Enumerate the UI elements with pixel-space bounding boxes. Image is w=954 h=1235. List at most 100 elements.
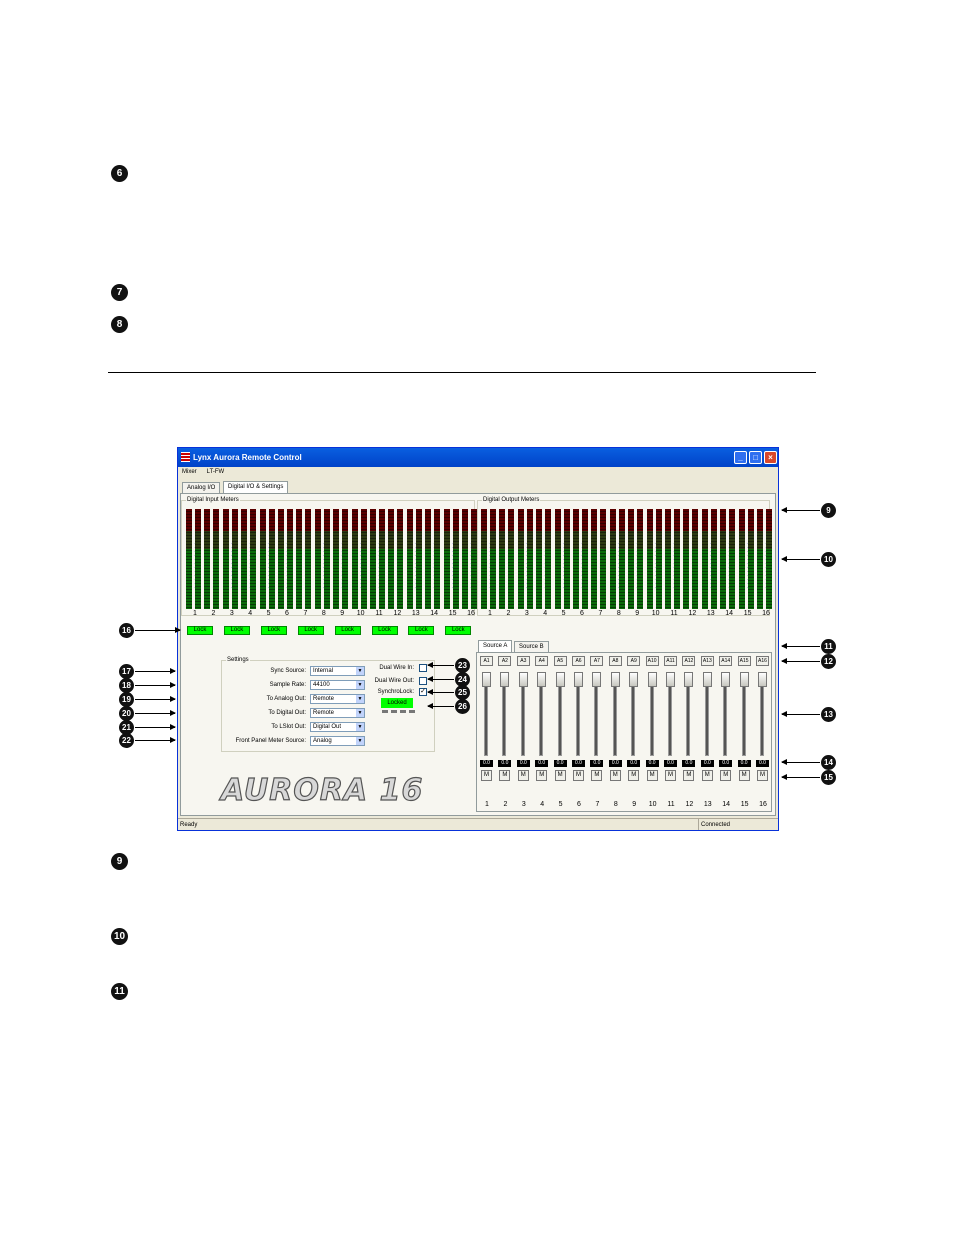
source-button[interactable]: A11 [664,656,677,666]
fader-knob[interactable] [684,672,694,687]
title-bar[interactable]: Lynx Aurora Remote Control _ □ × [178,448,778,467]
source-button[interactable]: A10 [645,656,659,666]
bullet-10: 10 [111,928,128,945]
mute-button[interactable]: M [573,770,584,781]
fader-knob[interactable] [592,672,602,687]
mute-button[interactable]: M [628,770,640,781]
dual-wire-out-checkbox[interactable] [419,677,427,685]
app-icon [181,452,190,462]
output-channel-label: 12 [688,610,697,617]
mute-button[interactable]: M [609,770,621,781]
source-button[interactable]: A15 [737,656,751,666]
setting-value: Remote [313,709,335,716]
setting-value: Remote [313,695,335,702]
callout-badge: 17 [119,664,134,679]
callout-badge: 20 [119,706,134,721]
source-button[interactable]: A4 [535,656,549,666]
output-channel-label: 5 [561,610,566,617]
mute-button[interactable]: M [481,770,492,781]
fader-knob[interactable] [555,672,565,687]
fader-knob[interactable] [758,672,767,687]
source-button[interactable]: A12 [682,656,696,666]
mute-button[interactable]: M [720,770,732,781]
callout-arrow [781,774,820,780]
fader-knob[interactable] [518,672,528,687]
minimize-button[interactable]: _ [734,451,747,464]
callout-arrow [427,662,454,668]
source-button[interactable]: A2 [498,656,512,666]
output-meter-r-14 [729,509,736,609]
source-button[interactable]: A13 [700,656,714,666]
fader-value: 0.0 [572,760,585,767]
output-meter-r-4 [545,509,552,609]
source-button[interactable]: A7 [590,656,604,666]
output-meter-r-8 [618,509,625,609]
fader-value: 0.0 [700,760,714,767]
channel-number: 16 [759,801,767,808]
source-button[interactable]: A8 [608,656,622,666]
maximize-button[interactable]: □ [749,451,762,464]
setting-value: Digital Out [313,723,342,730]
source-button[interactable]: A5 [553,656,567,666]
source-button[interactable]: A9 [627,656,641,666]
source-button[interactable]: A1 [480,656,493,666]
input-channel-label: 2 [211,610,216,617]
mute-button[interactable]: M [517,770,529,781]
channel-number: 14 [722,801,731,808]
source-button[interactable]: A14 [719,656,733,666]
fader-knob[interactable] [482,672,491,687]
output-channel-label: 6 [580,610,584,617]
fader-knob[interactable] [647,672,657,687]
callout-arrow [135,696,176,702]
mute-button[interactable]: M [757,770,768,781]
source-button[interactable]: A3 [516,656,530,666]
fader-knob[interactable] [739,672,749,687]
mute-button[interactable]: M [554,770,566,781]
synchrolock-checkbox[interactable]: ✓ [419,688,427,696]
mute-button[interactable]: M [665,770,676,781]
fader-knob[interactable] [666,672,675,687]
mute-button[interactable]: M [683,770,695,781]
fader-knob[interactable] [574,672,583,687]
setting-select[interactable]: Analog ▼ [310,735,365,746]
mute-button[interactable]: M [701,770,713,781]
channel-number: 12 [685,801,694,808]
close-button[interactable]: × [764,451,777,464]
fader-knob[interactable] [500,672,510,687]
mute-button[interactable]: M [591,770,603,781]
input-channel-label: 9 [340,610,345,617]
aurora-logo: AURORA 16 [220,773,424,808]
output-channel-label: 13 [706,610,715,617]
setting-label: To Digital Out: [268,709,306,716]
callout-arrow [781,711,820,717]
mute-button[interactable]: M [499,770,511,781]
input-meter-r-8 [323,509,330,609]
fader-knob[interactable] [629,672,639,687]
output-meter-r-2 [508,509,515,609]
mute-button[interactable]: M [738,770,750,781]
input-meter-r-12 [397,509,404,609]
lock-indicator: Lock [445,626,472,635]
setting-select[interactable]: Remote ▼ [310,707,365,718]
fader-knob[interactable] [537,672,547,687]
source-button[interactable]: A16 [756,656,769,666]
setting-select[interactable]: Digital Out ▼ [310,721,365,732]
callout-arrow [427,689,454,695]
lock-indicator: Lock [334,626,361,635]
mute-button[interactable]: M [536,770,548,781]
output-channel-label: 3 [524,610,529,617]
dual-wire-in-checkbox[interactable] [419,664,427,672]
menu-mixer[interactable]: Mixer [182,469,197,475]
output-meter-r-15 [747,509,754,609]
input-channel-label: 8 [321,610,326,617]
input-meter-r-6 [287,509,293,609]
menu-lt-fw[interactable]: LT-FW [207,469,225,475]
output-meter-r-16 [766,509,772,609]
source-button[interactable]: A6 [572,656,585,666]
fader-knob[interactable] [702,672,712,687]
output-meter-r-3 [526,509,533,609]
fader-knob[interactable] [721,672,731,687]
mute-button[interactable]: M [646,770,658,781]
fader-knob[interactable] [610,672,620,687]
callout-badge: 10 [821,552,836,567]
